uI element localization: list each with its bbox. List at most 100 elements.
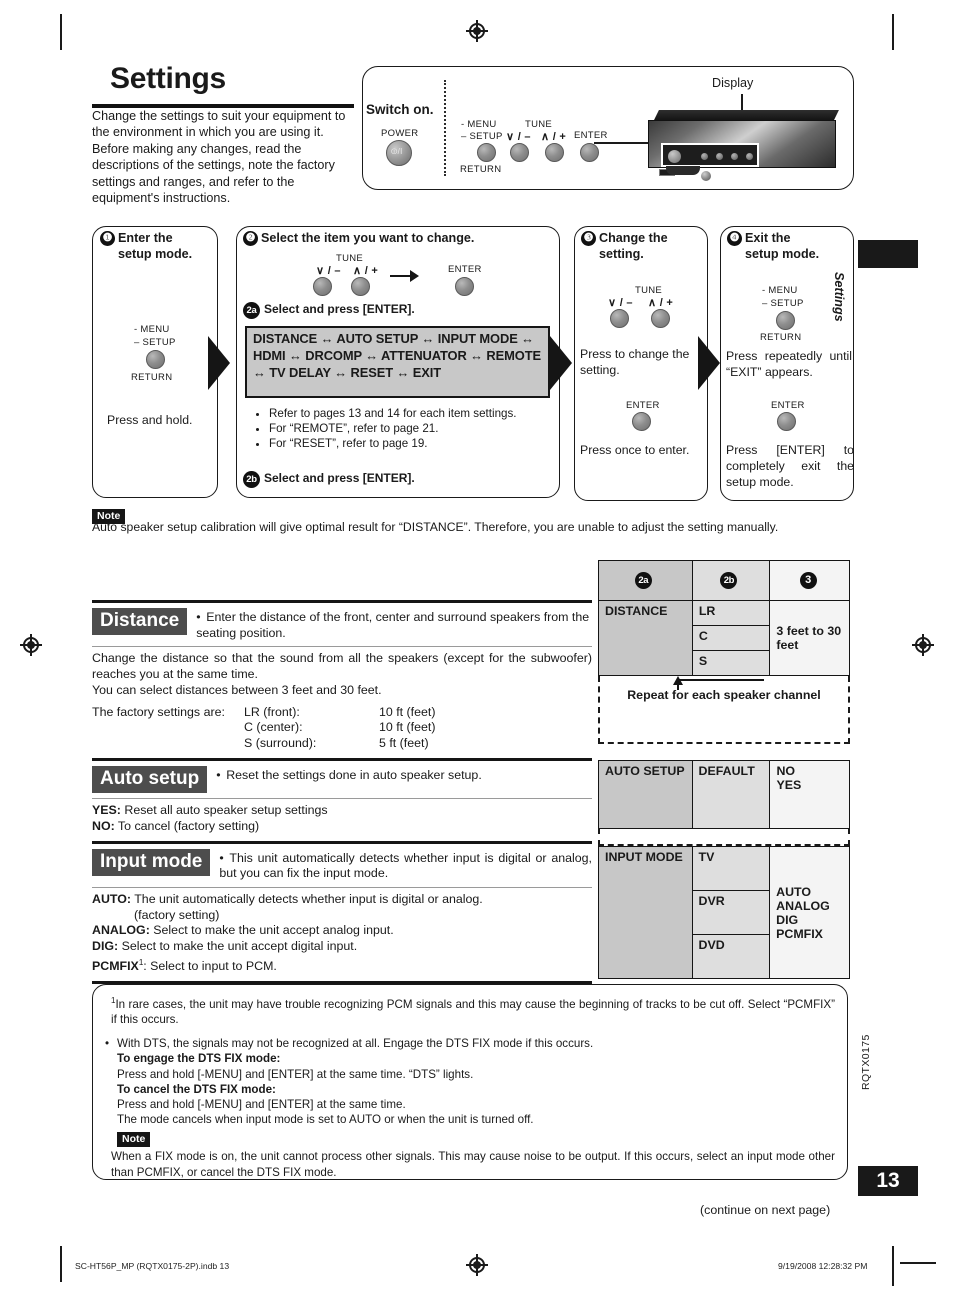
distance-body-2: You can select distances between 3 feet …	[92, 682, 382, 697]
value-dig: DIG	[776, 912, 799, 927]
input-mode-item-cell: INPUT MODE	[598, 846, 693, 979]
step-2-tune-up-button[interactable]	[351, 277, 370, 296]
engage-text: Press and hold [-MENU] and [ENTER] at th…	[117, 1067, 474, 1081]
device-front-face	[648, 120, 836, 181]
step-2-tune-down-label: ∨ / –	[316, 265, 341, 277]
distance-channel-c: C	[691, 625, 771, 651]
badge-2a: 2a	[634, 572, 652, 589]
continue-note: (continue on next page)	[700, 1203, 831, 1217]
bullet-dot: •	[105, 1037, 110, 1051]
menu-setup-button[interactable]	[477, 143, 496, 162]
tune-up-button[interactable]	[545, 143, 564, 162]
intro-paragraph: Change the settings to suit your equipme…	[92, 109, 346, 206]
step-1-number: ❶	[100, 231, 115, 246]
return-label: RETURN	[460, 164, 502, 175]
device-power-dial	[668, 150, 681, 163]
auto-setup-desc-text: Reset the settings done in auto speaker …	[226, 767, 482, 782]
enter-button[interactable]	[580, 143, 599, 162]
step-2-tune-up-label: ∧ / +	[353, 265, 379, 277]
option-text: Reset all auto speaker setup settings	[120, 802, 328, 817]
step-2-tune-down-button[interactable]	[313, 277, 332, 296]
step-4-enter-label: ENTER	[771, 400, 805, 411]
step-2a-text: Select and press [ENTER].	[264, 302, 415, 316]
step-2a-number: 2a	[243, 302, 260, 319]
auto-setup-item-cell: AUTO SETUP	[598, 760, 693, 829]
distance-desc: • Enter the distance of the front, center…	[196, 608, 592, 641]
step-3-enter-button[interactable]	[632, 412, 651, 431]
setup-item-list: DISTANCE ↔ AUTO SETUP ↔ INPUT MODE ↔ HDM…	[245, 326, 550, 398]
auto-setup-param-cell: DEFAULT	[691, 760, 771, 829]
step-1-menu-setup-button[interactable]	[146, 350, 165, 369]
bullet-dot: •	[216, 767, 221, 782]
option-text: Select to make the unit accept digital i…	[118, 939, 358, 954]
step-3-tune-label: TUNE	[635, 285, 663, 296]
input-mode-values-cell: AUTO ANALOG DIG PCMFIX	[769, 846, 850, 979]
step-2b-line: 2b Select and press [ENTER].	[243, 471, 415, 488]
display-label: Display	[712, 76, 754, 90]
registration-mark-right	[912, 634, 934, 656]
device-button-1	[701, 153, 708, 160]
step-1-heading: ❶ Enter the setup mode.	[100, 231, 215, 262]
tune-up-label: ∧ / +	[541, 131, 567, 143]
cancel-heading: To cancel the DTS FIX mode:	[117, 1082, 276, 1096]
step-4-enter-button[interactable]	[777, 412, 796, 431]
step-2-number: ❷	[243, 231, 258, 246]
step-4-menu-setup-button[interactable]	[776, 311, 795, 330]
value-no: NO	[776, 764, 796, 778]
input-mode-option: AUTO: The unit automatically detects whe…	[92, 892, 592, 908]
step-3-tune-down-button[interactable]	[610, 309, 629, 328]
device-illustration	[648, 110, 844, 182]
input-mode-body: AUTO: The unit automatically detects whe…	[92, 888, 592, 981]
page-title: Settings	[110, 62, 226, 95]
tune-down-button[interactable]	[510, 143, 529, 162]
page-number-badge: 13	[858, 1166, 918, 1196]
factory-row-value: 5 ft (feet)	[379, 736, 429, 751]
auto-setup-body: YES: Reset all auto speaker setup settin…	[92, 799, 592, 841]
option-key: AUTO:	[92, 891, 132, 906]
footnote-bullet-1-text: With DTS, the signals may not be recogni…	[117, 1037, 594, 1051]
step-3-heading-line1: Change the	[599, 231, 668, 245]
option-text: To cancel (factory setting)	[114, 818, 260, 833]
step-3-heading: ❸ Change the setting.	[581, 231, 703, 262]
step-3-number: ❸	[581, 231, 596, 246]
distance-value-table: DISTANCE LR 3 feet to 30 feet C S	[598, 600, 850, 676]
step-3-tune-down-label: ∨ / –	[608, 297, 633, 309]
step-4-setup-label: – SETUP	[762, 298, 804, 309]
distance-section-header: Distance • Enter the distance of the fron…	[92, 603, 592, 646]
step-3-tune-up-button[interactable]	[651, 309, 670, 328]
option-text: : Select to input to PCM.	[143, 959, 277, 974]
auto-setup-section-header: Auto setup • Reset the settings done in a…	[92, 761, 592, 798]
distance-channel-s: S	[691, 650, 771, 676]
section-tab-label-text: Settings	[832, 272, 846, 322]
step-4-heading-line2: setup mode.	[745, 246, 820, 261]
engage-heading: To engage the DTS FIX mode:	[117, 1052, 281, 1066]
device-button-3	[731, 153, 738, 160]
device-button-2	[716, 153, 723, 160]
step-1-heading-line2: setup mode.	[118, 246, 193, 261]
badge-3: 3	[799, 572, 817, 589]
step-3-tune-up-label: ∧ / +	[648, 297, 674, 309]
footer-right: 9/19/2008 12:28:32 PM	[778, 1261, 868, 1271]
value-analog: ANALOG	[776, 898, 830, 913]
step-2b-number: 2b	[243, 471, 260, 488]
footnote-note-text: When a FIX mode is on, the unit cannot p…	[111, 1150, 835, 1179]
device-foot	[666, 166, 700, 175]
tune-label: TUNE	[525, 119, 553, 130]
step-2b-text: Select and press [ENTER].	[264, 471, 415, 485]
input-mode-option: ANALOG: Select to make the unit accept a…	[92, 923, 592, 939]
distance-body: Change the distance so that the sound fr…	[92, 647, 592, 758]
registration-mark-bottom	[466, 1254, 488, 1276]
footnote-line-1-text: In rare cases, the unit may have trouble…	[111, 997, 835, 1027]
step-1-return-label: RETURN	[131, 372, 173, 383]
crop-mark-top-right-v	[892, 14, 894, 50]
header-cell-2a: 2a	[598, 560, 693, 601]
section-tab-block	[858, 240, 918, 268]
step-2-enter-button[interactable]	[455, 277, 474, 296]
step-3-instruction-1: Press to change the setting.	[580, 347, 690, 377]
auto-setup-group-dash-frame	[598, 828, 850, 846]
factory-row-name: C (center):	[244, 720, 303, 735]
auto-setup-values-cell: NO YES	[769, 760, 850, 829]
factory-row-name: S (surround):	[244, 736, 317, 751]
input-mode-option: PCMFIX1: Select to input to PCM.	[92, 955, 592, 975]
option-key: PCMFIX	[92, 959, 139, 974]
